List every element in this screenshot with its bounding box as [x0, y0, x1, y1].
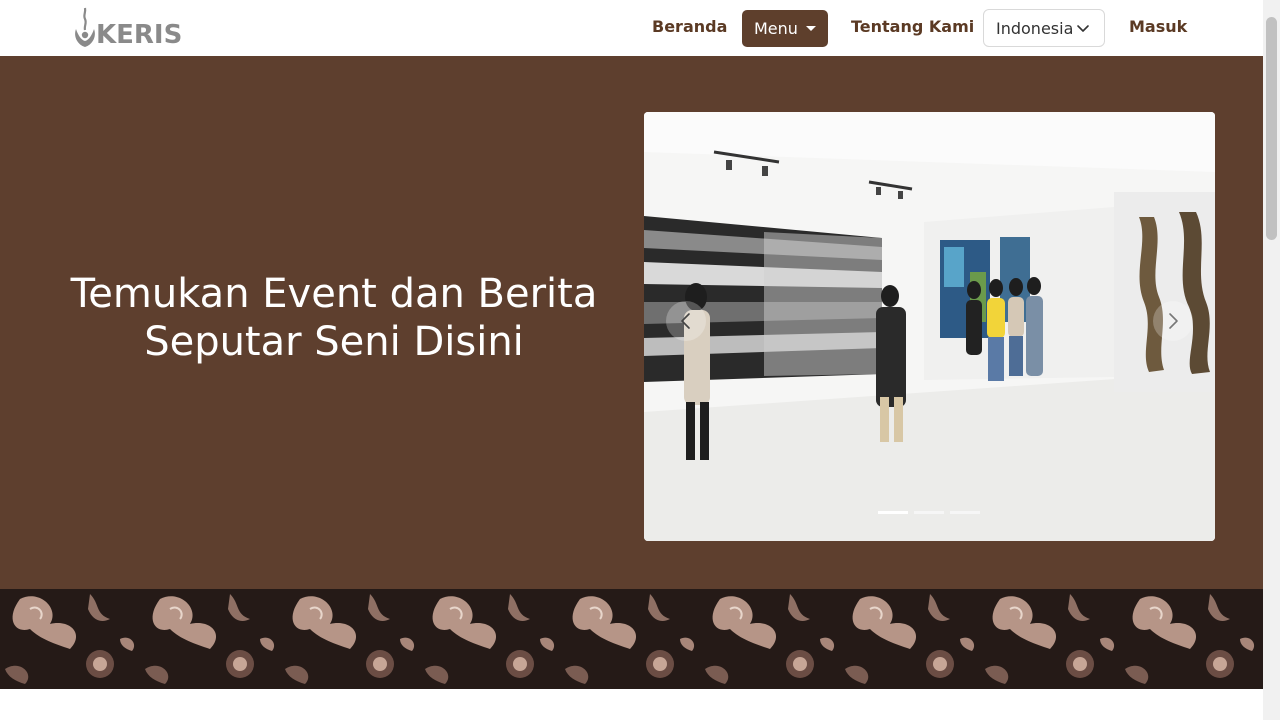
page-scrollbar[interactable]	[1263, 0, 1280, 720]
scrollbar-thumb[interactable]	[1266, 17, 1277, 240]
batik-pattern-image	[0, 589, 1263, 689]
language-select[interactable]: Indonesia	[983, 9, 1105, 47]
batik-pattern-banner	[0, 589, 1263, 689]
caret-down-icon	[805, 26, 816, 31]
gallery-photo	[644, 112, 1215, 541]
chevron-left-icon	[681, 313, 690, 329]
brand-logo[interactable]: KERIS	[72, 7, 186, 49]
hero-title-line-1: Temukan Event dan Berita	[70, 271, 598, 317]
nav-tentang-kami-link[interactable]: Tentang Kami	[851, 17, 974, 37]
brand-name: KERIS	[96, 20, 183, 50]
carousel-indicator[interactable]	[914, 511, 944, 514]
carousel-prev-button[interactable]	[666, 301, 706, 341]
menu-button-label: Menu	[754, 19, 798, 38]
chevron-right-icon	[1169, 313, 1178, 329]
language-select-value: Indonesia	[996, 18, 1074, 38]
hero-title: Temukan Event dan Berita Seputar Seni Di…	[60, 270, 608, 366]
carousel-next-button[interactable]	[1153, 301, 1193, 341]
image-carousel[interactable]	[644, 112, 1215, 541]
carousel-indicator[interactable]	[878, 511, 908, 514]
carousel-indicator[interactable]	[950, 511, 980, 514]
nav-masuk-link[interactable]: Masuk	[1129, 17, 1187, 37]
page: KERIS Beranda Menu Tentang Kami Indonesi…	[0, 0, 1280, 720]
carousel-indicators	[878, 511, 980, 514]
menu-dropdown-button[interactable]: Menu	[742, 10, 828, 47]
nav-beranda-link[interactable]: Beranda	[652, 17, 727, 37]
navbar: KERIS Beranda Menu Tentang Kami Indonesi…	[0, 0, 1263, 56]
hero-title-line-2: Seputar Seni Disini	[144, 319, 524, 365]
keris-logo-icon	[75, 7, 95, 47]
chevron-down-icon	[1077, 25, 1089, 32]
hero-section: Temukan Event dan Berita Seputar Seni Di…	[0, 56, 1263, 589]
